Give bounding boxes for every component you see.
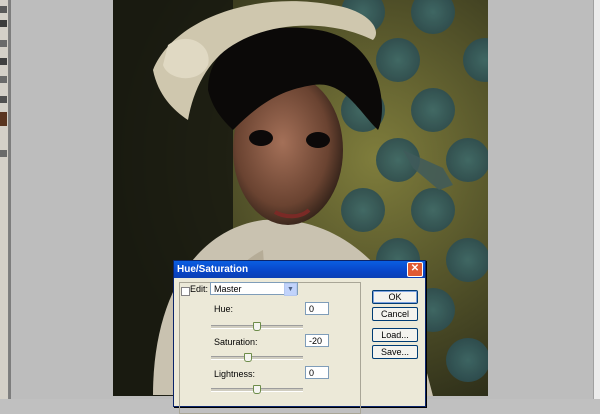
saturation-label: Saturation: [214,337,258,347]
scrollbar[interactable] [593,0,600,399]
hue-saturation-dialog: Hue/Saturation ✕ Edit: Master ▼ Hue: 0 S… [173,260,426,414]
edit-select-value: Master [214,284,242,294]
saturation-slider-thumb[interactable] [243,353,252,362]
lightness-slider-thumb[interactable] [253,385,261,394]
tool-icon[interactable] [0,20,7,27]
tool-icon[interactable] [0,58,7,65]
ok-button[interactable]: OK [372,290,418,304]
save-button[interactable]: Save... [372,345,418,359]
dialog-title-bar[interactable]: Hue/Saturation ✕ [174,261,425,278]
cancel-button[interactable]: Cancel [372,307,418,321]
foreground-color-swatch[interactable] [0,112,7,126]
dialog-title: Hue/Saturation [177,264,249,275]
load-button[interactable]: Load... [372,328,418,342]
lightness-input[interactable]: 0 [305,366,329,379]
adjustment-group [179,282,361,414]
edit-checkbox[interactable] [181,287,190,296]
tool-icon[interactable] [0,76,7,83]
hue-label: Hue: [214,304,234,314]
edit-select[interactable]: Master ▼ [210,282,298,296]
saturation-slider[interactable] [211,356,303,360]
chevron-down-icon[interactable]: ▼ [284,283,297,296]
saturation-input[interactable]: -20 [305,334,329,347]
edit-label: Edit: [190,284,209,294]
tool-icon[interactable] [0,150,7,157]
lightness-label: Lightness: [214,369,256,379]
tool-icon[interactable] [0,40,7,47]
close-icon[interactable]: ✕ [407,262,423,277]
hue-input[interactable]: 0 [305,302,329,315]
tool-icon[interactable] [0,6,7,13]
tools-panel [0,0,9,399]
hue-slider-thumb[interactable] [253,322,261,331]
tool-icon[interactable] [0,96,7,103]
